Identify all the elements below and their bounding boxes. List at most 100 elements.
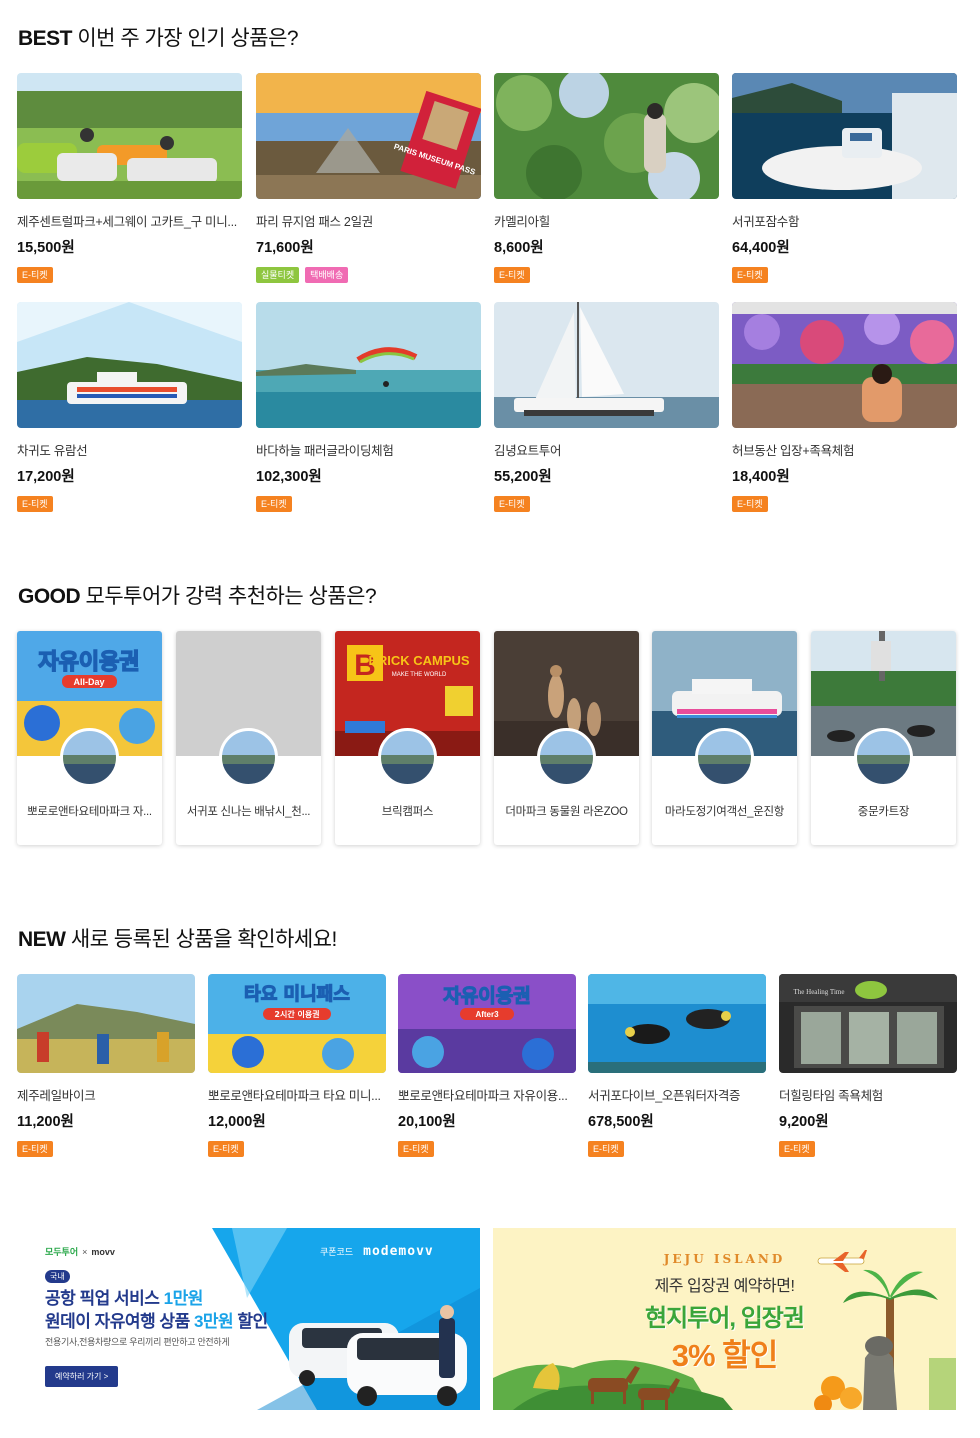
pororo-title-text: 자유이용권 bbox=[443, 985, 530, 1007]
product-name[interactable]: 브릭캠퍼스 bbox=[341, 803, 474, 819]
product-thumbnail[interactable] bbox=[17, 302, 242, 428]
product-name[interactable]: 서귀포잠수함 bbox=[732, 211, 957, 230]
best-product-card[interactable]: 바다하늘 패러글라이딩체험 102,300원 E-티켓 bbox=[256, 302, 481, 512]
eticket-badge: E-티켓 bbox=[17, 496, 53, 512]
best-product-card[interactable]: 서귀포잠수함 64,400원 E-티켓 bbox=[732, 73, 957, 283]
recommended-product-card[interactable]: B BRICK CAMPUS MAKE THE WORLD 브릭캠퍼스 bbox=[335, 631, 480, 845]
product-name[interactable]: 김녕요트투어 bbox=[494, 440, 719, 459]
new-product-card[interactable]: 제주레일바이크 11,200원 E-티켓 bbox=[17, 974, 195, 1157]
eticket-badge: E-티켓 bbox=[494, 267, 530, 283]
tayo-sub-text: 2시간 이용권 bbox=[274, 1009, 319, 1019]
eticket-badge: E-티켓 bbox=[732, 496, 768, 512]
product-name[interactable]: 뽀로로앤타요테마파크 타요 미니... bbox=[208, 1085, 386, 1104]
jeju-kicker: JEJU ISLAND bbox=[663, 1252, 786, 1266]
product-thumbnail[interactable] bbox=[732, 302, 957, 428]
best-product-card[interactable]: 차귀도 유람선 17,200원 E-티켓 bbox=[17, 302, 242, 512]
best-product-card[interactable]: 김녕요트투어 55,200원 E-티켓 bbox=[494, 302, 719, 512]
product-thumbnail[interactable] bbox=[17, 974, 195, 1073]
product-thumbnail[interactable]: The Healing Time bbox=[779, 974, 957, 1073]
modetour-brand: 모두투어 bbox=[45, 1247, 79, 1257]
new-product-card[interactable]: 서귀포다이브_오픈워터자격증 678,500원 E-티켓 bbox=[588, 974, 766, 1157]
eticket-badge: E-티켓 bbox=[494, 496, 530, 512]
avatar bbox=[537, 728, 596, 787]
brand-separator: × bbox=[82, 1246, 88, 1257]
pororo-sub-text: All-Day bbox=[73, 677, 104, 687]
product-name[interactable]: 카멜리아힐 bbox=[494, 211, 719, 230]
product-thumbnail[interactable]: PARIS MUSEUM PASS bbox=[256, 73, 481, 199]
jeju-discount-banner[interactable]: JEJU ISLAND 제주 입장권 예약하면! 현지투어, 입장권 3% 할인 bbox=[493, 1228, 956, 1410]
best-product-card[interactable]: PARIS MUSEUM PASS 파리 뮤지엄 패스 2일권 71,600원 … bbox=[256, 73, 481, 283]
avatar bbox=[695, 728, 754, 787]
eticket-badge: E-티켓 bbox=[588, 1141, 624, 1157]
real-ticket-badge: 실물티켓 bbox=[256, 267, 300, 283]
avatar bbox=[219, 728, 278, 787]
pororo-sub-text: After3 bbox=[475, 1010, 499, 1019]
recommended-product-card[interactable]: 서귀포 신나는 배낚시_천... bbox=[176, 631, 321, 845]
product-thumbnail[interactable]: 타요 미니패스 2시간 이용권 bbox=[208, 974, 386, 1073]
good-section-title: GOOD 모두투어가 강력 추천하는 상품은? bbox=[18, 580, 377, 610]
best-product-card[interactable]: 카멜리아힐 8,600원 E-티켓 bbox=[494, 73, 719, 283]
product-name[interactable]: 더마파크 동물원 라온ZOO bbox=[500, 803, 633, 819]
product-name[interactable]: 더힐링타임 족욕체험 bbox=[779, 1085, 957, 1104]
product-name[interactable]: 마라도정기여객선_운진항 bbox=[658, 803, 791, 819]
avatar bbox=[854, 728, 913, 787]
tayo-title-text: 타요 미니패스 bbox=[244, 984, 350, 1005]
product-price: 18,400원 bbox=[732, 469, 790, 485]
banner-headline-2: 원데이 자유여행 상품 3만원 할인 bbox=[45, 1307, 268, 1332]
jeju-headline: 제주 입장권 예약하면! bbox=[654, 1278, 795, 1295]
recommended-product-card[interactable]: 마라도정기여객선_운진항 bbox=[652, 631, 797, 845]
coupon-code[interactable]: modemovv bbox=[363, 1244, 434, 1259]
product-thumbnail[interactable] bbox=[494, 73, 719, 199]
healing-sign-text: The Healing Time bbox=[794, 988, 845, 996]
jeju-offer-line: 현지투어, 입장권 bbox=[645, 1305, 805, 1332]
banner-headline-1: 공항 픽업 서비스 1만원 bbox=[45, 1284, 203, 1309]
product-thumbnail[interactable]: 자유이용권 After3 bbox=[398, 974, 576, 1073]
product-name[interactable]: 차귀도 유람선 bbox=[17, 440, 242, 459]
delivery-badge: 택배배송 bbox=[305, 267, 349, 283]
recommended-product-card[interactable]: 중문카트장 bbox=[811, 631, 956, 845]
product-thumbnail[interactable] bbox=[256, 302, 481, 428]
product-price: 64,400원 bbox=[732, 240, 790, 256]
eticket-badge: E-티켓 bbox=[779, 1141, 815, 1157]
product-name[interactable]: 바다하늘 패러글라이딩체험 bbox=[256, 440, 481, 459]
product-price: 102,300원 bbox=[256, 469, 322, 485]
product-price: 8,600원 bbox=[494, 240, 544, 256]
domestic-tag: 국내 bbox=[45, 1270, 70, 1283]
new-product-card[interactable]: 자유이용권 After3 뽀로로앤타요테마파크 자유이용... 20,100원 … bbox=[398, 974, 576, 1157]
product-name[interactable]: 허브동산 입장+족욕체험 bbox=[732, 440, 957, 459]
product-thumbnail[interactable] bbox=[588, 974, 766, 1073]
brick-title-text: BRICK CAMPUS bbox=[368, 653, 469, 668]
product-name[interactable]: 제주레일바이크 bbox=[17, 1085, 195, 1104]
product-thumbnail[interactable] bbox=[732, 73, 957, 199]
eticket-badge: E-티켓 bbox=[208, 1141, 244, 1157]
product-price: 17,200원 bbox=[17, 469, 75, 485]
product-name[interactable]: 파리 뮤지엄 패스 2일권 bbox=[256, 211, 481, 230]
avatar bbox=[60, 728, 119, 787]
product-thumbnail[interactable] bbox=[17, 73, 242, 199]
movv-brand: movv bbox=[91, 1246, 115, 1257]
product-price: 15,500원 bbox=[17, 240, 75, 256]
best-section-title: BEST 이번 주 가장 인기 상품은? bbox=[18, 22, 299, 52]
best-product-card[interactable]: 제주센트럴파크+세그웨이 고카트_구 미니... 15,500원 E-티켓 bbox=[17, 73, 242, 283]
product-name[interactable]: 뽀로로앤타요테마파크 자... bbox=[23, 803, 156, 819]
good-title-text: 모두투어가 강력 추천하는 상품은? bbox=[80, 585, 377, 608]
product-price: 678,500원 bbox=[588, 1114, 654, 1130]
product-name[interactable]: 뽀로로앤타요테마파크 자유이용... bbox=[398, 1085, 576, 1104]
best-product-card[interactable]: 허브동산 입장+족욕체험 18,400원 E-티켓 bbox=[732, 302, 957, 512]
recommended-product-card[interactable]: 자유이용권 All-Day 뽀로로앤타요테마파크 자... bbox=[17, 631, 162, 845]
recommended-product-card[interactable]: 더마파크 동물원 라온ZOO bbox=[494, 631, 639, 845]
brick-sub-text: MAKE THE WORLD bbox=[392, 672, 447, 678]
best-title-prefix: BEST bbox=[18, 27, 73, 50]
headline-1-text: 공항 픽업 서비스 bbox=[45, 1289, 164, 1308]
new-product-card[interactable]: 타요 미니패스 2시간 이용권 뽀로로앤타요테마파크 타요 미니... 12,0… bbox=[208, 974, 386, 1157]
new-product-card[interactable]: The Healing Time 더힐링타임 족욕체험 9,200원 E-티켓 bbox=[779, 974, 957, 1157]
book-now-button[interactable]: 예약하러 가기 > bbox=[45, 1366, 119, 1387]
product-name[interactable]: 서귀포다이브_오픈워터자격증 bbox=[588, 1085, 766, 1104]
product-name[interactable]: 서귀포 신나는 배낚시_천... bbox=[182, 803, 315, 819]
product-name[interactable]: 중문카트장 bbox=[817, 803, 950, 819]
eticket-badge: E-티켓 bbox=[256, 496, 292, 512]
product-thumbnail[interactable] bbox=[494, 302, 719, 428]
movv-promo-banner[interactable]: 모두투어 × movv 쿠폰코드 modemovv 국내 공항 픽업 서비스 1… bbox=[17, 1228, 480, 1410]
product-price: 71,600원 bbox=[256, 240, 314, 256]
product-name[interactable]: 제주센트럴파크+세그웨이 고카트_구 미니... bbox=[17, 211, 242, 230]
